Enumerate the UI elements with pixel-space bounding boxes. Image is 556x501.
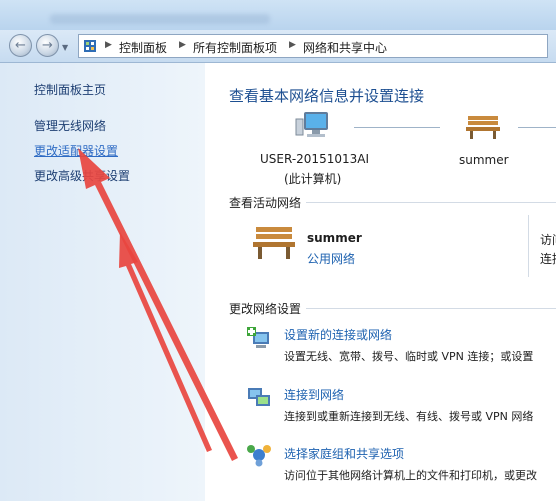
- new-connection-icon[interactable]: [246, 326, 272, 350]
- network-type-link[interactable]: 公用网络: [307, 250, 355, 267]
- blurred-watermark: [50, 14, 270, 24]
- network-folder-icon: [84, 40, 96, 52]
- breadcrumb-control-panel[interactable]: 控制面板: [119, 39, 167, 56]
- task-homegroup-desc: 访问位于其他网络计算机上的文件和打印机，或更改: [284, 469, 537, 482]
- recent-pages-dropdown-icon[interactable]: ▼: [62, 43, 68, 52]
- sidebar-item-advanced-sharing[interactable]: 更改高级共享设置: [34, 167, 130, 184]
- connection-line: [354, 127, 440, 128]
- breadcrumb-separator-icon[interactable]: ▶: [289, 40, 296, 50]
- window-titlebar: [0, 0, 556, 30]
- access-type-label: 访问: [540, 233, 556, 247]
- address-bar[interactable]: ▶ 控制面板 ▶ 所有控制面板项 ▶ 网络和共享中心: [78, 34, 548, 58]
- active-network-name: summer: [307, 231, 362, 245]
- breadcrumb-network-center[interactable]: 网络和共享中心: [303, 39, 387, 56]
- navigation-bar: ← → ▼ ▶ 控制面板 ▶ 所有控制面板项 ▶ 网络和共享中心: [0, 30, 556, 63]
- computer-name: USER-20151013AI: [260, 152, 369, 166]
- forward-button[interactable]: →: [36, 34, 59, 57]
- section-divider: [306, 308, 556, 309]
- breadcrumb-separator-icon[interactable]: ▶: [179, 40, 186, 50]
- homegroup-sharing-icon[interactable]: [246, 443, 272, 467]
- main-content: 查看基本网络信息并设置连接 USER-20151013AI (此计算机) sum…: [206, 63, 556, 501]
- computer-icon[interactable]: [294, 109, 332, 143]
- page-title: 查看基本网络信息并设置连接: [229, 87, 425, 105]
- task-connect-network-link[interactable]: 连接到网络: [284, 386, 344, 403]
- breadcrumb-separator-icon[interactable]: ▶: [105, 40, 112, 50]
- sidebar: 控制面板主页 管理无线网络 更改适配器设置 更改高级共享设置: [0, 63, 205, 501]
- vertical-divider: [528, 215, 529, 277]
- connection-line: [518, 127, 556, 128]
- sidebar-item-change-adapter-settings[interactable]: 更改适配器设置: [34, 142, 118, 159]
- task-homegroup-link[interactable]: 选择家庭组和共享选项: [284, 445, 404, 462]
- back-button[interactable]: ←: [9, 34, 32, 57]
- active-networks-heading: 查看活动网络: [229, 196, 302, 210]
- sidebar-item-manage-wireless[interactable]: 管理无线网络: [34, 117, 106, 134]
- active-network-bench-icon[interactable]: [250, 223, 298, 263]
- connections-label: 连接: [540, 252, 556, 266]
- computer-subtitle: (此计算机): [284, 172, 342, 186]
- breadcrumb-all-items[interactable]: 所有控制面板项: [193, 39, 277, 56]
- network-bench-icon[interactable]: [464, 113, 502, 141]
- task-connect-network-desc: 连接到或重新连接到无线、有线、拨号或 VPN 网络: [284, 410, 534, 423]
- section-divider: [306, 202, 556, 203]
- sidebar-item-control-panel-home[interactable]: 控制面板主页: [34, 81, 106, 98]
- task-setup-connection-desc: 设置无线、宽带、拨号、临时或 VPN 连接；或设置: [284, 350, 534, 363]
- task-setup-connection-link[interactable]: 设置新的连接或网络: [284, 326, 392, 343]
- change-settings-heading: 更改网络设置: [229, 302, 302, 316]
- connect-network-icon[interactable]: [246, 385, 272, 409]
- network-node-name: summer: [459, 153, 509, 167]
